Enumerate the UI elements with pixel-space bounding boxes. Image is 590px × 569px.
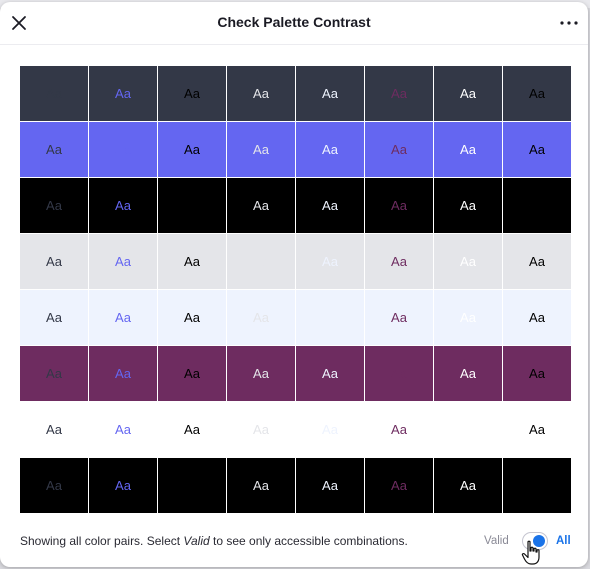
contrast-cell: Aa <box>227 402 295 457</box>
contrast-cell: Aa <box>89 178 157 233</box>
contrast-cell: Aa <box>227 234 295 289</box>
contrast-cell: Aa <box>296 178 364 233</box>
contrast-cell: Aa <box>296 458 364 513</box>
contrast-cell: Aa <box>434 122 502 177</box>
contrast-cell: Aa <box>503 122 571 177</box>
contrast-cell: Aa <box>20 458 88 513</box>
contrast-cell: Aa <box>89 122 157 177</box>
contrast-cell: Aa <box>158 402 226 457</box>
contrast-cell: Aa <box>434 234 502 289</box>
contrast-cell: Aa <box>89 458 157 513</box>
contrast-cell: Aa <box>365 66 433 121</box>
toggle-label-all[interactable]: All <box>556 535 571 547</box>
contrast-cell: Aa <box>365 178 433 233</box>
contrast-cell: Aa <box>227 346 295 401</box>
contrast-cell: Aa <box>20 66 88 121</box>
contrast-cell: Aa <box>20 290 88 345</box>
contrast-cell: Aa <box>296 290 364 345</box>
contrast-cell: Aa <box>296 402 364 457</box>
contrast-cell: Aa <box>89 346 157 401</box>
contrast-cell: Aa <box>365 234 433 289</box>
contrast-cell: Aa <box>434 290 502 345</box>
footer-text-after: to see only accessible combinations. <box>209 534 408 548</box>
contrast-cell: Aa <box>365 346 433 401</box>
contrast-cell: Aa <box>434 458 502 513</box>
hand-pointer-icon <box>521 540 540 565</box>
footer-description: Showing all color pairs. Select Valid to… <box>20 534 408 548</box>
contrast-cell: Aa <box>158 122 226 177</box>
contrast-cell: Aa <box>434 346 502 401</box>
contrast-cell: Aa <box>365 402 433 457</box>
contrast-cell: Aa <box>20 402 88 457</box>
contrast-cell: Aa <box>20 346 88 401</box>
contrast-grid: Aa Aa Aa Aa Aa Aa Aa Aa Aa Aa Aa Aa Aa Aa Aa Aa Aa Aa Aa Aa… <box>20 66 571 513</box>
contrast-cell: Aa <box>503 178 571 233</box>
contrast-cell: Aa <box>365 458 433 513</box>
contrast-cell: Aa <box>503 290 571 345</box>
contrast-cell: Aa <box>434 402 502 457</box>
contrast-cell: Aa <box>503 346 571 401</box>
contrast-cell: Aa <box>89 290 157 345</box>
footer-text-before: Showing all color pairs. Select <box>20 534 184 548</box>
contrast-cell: Aa <box>20 122 88 177</box>
contrast-cell: Aa <box>503 458 571 513</box>
contrast-cell: Aa <box>434 178 502 233</box>
contrast-cell: Aa <box>158 66 226 121</box>
dialog-title: Check Palette Contrast <box>217 14 371 30</box>
dialog-header: Check Palette Contrast <box>0 2 588 45</box>
contrast-cell: Aa <box>89 402 157 457</box>
contrast-cell: Aa <box>296 66 364 121</box>
footer-text-valid: Valid <box>183 534 210 548</box>
contrast-cell: Aa <box>434 66 502 121</box>
contrast-cell: Aa <box>158 290 226 345</box>
contrast-cell: Aa <box>503 402 571 457</box>
contrast-cell: Aa <box>503 234 571 289</box>
contrast-cell: Aa <box>365 290 433 345</box>
contrast-cell: Aa <box>296 234 364 289</box>
contrast-cell: Aa <box>89 234 157 289</box>
toggle-label-valid[interactable]: Valid <box>484 535 509 547</box>
contrast-cell: Aa <box>158 178 226 233</box>
contrast-cell: Aa <box>365 122 433 177</box>
contrast-cell: Aa <box>227 290 295 345</box>
contrast-cell: Aa <box>227 66 295 121</box>
contrast-cell: Aa <box>296 122 364 177</box>
contrast-cell: Aa <box>158 458 226 513</box>
contrast-cell: Aa <box>296 346 364 401</box>
contrast-cell: Aa <box>20 234 88 289</box>
contrast-cell: Aa <box>227 122 295 177</box>
check-palette-contrast-dialog: Check Palette Contrast Aa Aa Aa Aa Aa Aa Aa Aa A… <box>0 2 588 567</box>
contrast-cell: Aa <box>158 234 226 289</box>
contrast-cell: Aa <box>20 178 88 233</box>
more-options-icon[interactable] <box>558 13 580 33</box>
contrast-cell: Aa <box>503 66 571 121</box>
contrast-cell: Aa <box>89 66 157 121</box>
contrast-cell: Aa <box>158 346 226 401</box>
contrast-cell: Aa <box>227 178 295 233</box>
contrast-cell: Aa <box>227 458 295 513</box>
